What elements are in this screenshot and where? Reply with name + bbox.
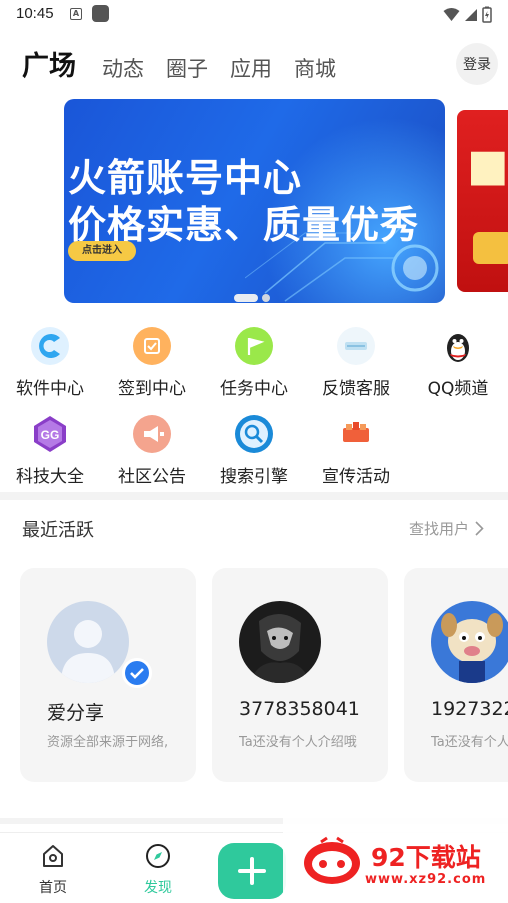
battery-icon [482, 6, 492, 23]
grid-label: 社区公告 [118, 467, 186, 487]
section-divider [0, 492, 508, 500]
avatar [239, 601, 321, 683]
notification-app-icon [92, 5, 109, 22]
verified-badge-icon [122, 658, 152, 688]
svg-text:GG: GG [41, 428, 60, 442]
site-watermark: 92下载站 www.xz92.com [283, 812, 508, 903]
home-icon [43, 845, 63, 867]
status-time: 10:45 [16, 5, 54, 22]
tab-dynamics[interactable]: 动态 [102, 53, 144, 83]
grid-item-task-center[interactable]: 任务中心 [206, 326, 302, 399]
plus-icon [238, 857, 266, 885]
nav-home-label: 首页 [39, 880, 67, 896]
grid-label: 软件中心 [16, 379, 84, 399]
search-engine-icon [234, 414, 274, 454]
grid-item-tech[interactable]: GG 科技大全 [2, 414, 98, 487]
banner-enter-button[interactable]: 点击进入 [68, 241, 136, 261]
user-name: 3778358041 [239, 698, 360, 720]
user-bio: Ta还没有个人介绍哦 [431, 735, 508, 750]
feedback-icon [336, 326, 376, 366]
grid-label: QQ频道 [427, 379, 489, 399]
user-name: 1927322 [431, 698, 508, 720]
nav-discover-label: 发现 [144, 880, 172, 896]
user-card[interactable]: 爱分享 资源全部来源于网络, [20, 568, 196, 782]
recent-active-title: 最近活跃 [22, 520, 94, 541]
grid-label: 任务中心 [220, 379, 288, 399]
user-name: 爱分享 [47, 702, 105, 724]
gg-tech-icon: GG [30, 414, 70, 454]
grid-item-checkin[interactable]: 签到中心 [104, 326, 200, 399]
user-bio: Ta还没有个人介绍哦 [239, 735, 357, 750]
announcement-icon [132, 414, 172, 454]
nav-discover[interactable]: 发现 [128, 843, 188, 897]
qq-penguin-icon [438, 326, 478, 366]
find-user-label: 查找用户 [408, 520, 469, 538]
user-bio: 资源全部来源于网络, [47, 735, 169, 750]
nav-home[interactable]: 首页 [23, 843, 83, 897]
status-icons [443, 6, 492, 23]
task-flag-icon [234, 326, 274, 366]
grid-item-feedback[interactable]: 反馈客服 [308, 326, 404, 399]
grid-item-announcement[interactable]: 社区公告 [104, 414, 200, 487]
promotion-icon [336, 414, 376, 454]
tab-apps[interactable]: 应用 [230, 53, 272, 83]
grid-label: 搜索引擎 [220, 467, 288, 487]
wifi-icon [443, 7, 460, 21]
carousel-dot [262, 294, 270, 302]
carousel-dot-active [234, 294, 258, 302]
signal-icon [465, 8, 477, 21]
carousel-indicator [234, 294, 270, 302]
grid-label: 科技大全 [16, 467, 84, 487]
user-card[interactable]: 3778358041 Ta还没有个人介绍哦 [212, 568, 388, 782]
watermark-title: 92下载站 [371, 843, 481, 872]
grid-label: 宣传活动 [322, 467, 390, 487]
banner-next-slide[interactable]: ■ [457, 110, 508, 292]
compass-icon [146, 844, 170, 868]
tab-square[interactable]: 广场 [22, 44, 76, 83]
next-slide-graphic: ■ [467, 140, 508, 191]
status-bar: 10:45 A [0, 0, 508, 30]
watermark-url: www.xz92.com [365, 872, 487, 887]
chevron-right-icon [475, 521, 484, 536]
next-slide-badge [473, 232, 508, 264]
find-user-link[interactable]: 查找用户 [409, 518, 484, 539]
login-button[interactable]: 登录 [456, 43, 498, 85]
user-card[interactable]: 1927322 Ta还没有个人介绍哦 [404, 568, 508, 782]
grid-item-software-center[interactable]: 软件中心 [2, 326, 98, 399]
checkin-icon [132, 326, 172, 366]
avatar [431, 601, 508, 683]
grid-label: 反馈客服 [322, 379, 390, 399]
watermark-logo-icon [304, 836, 360, 884]
notification-a-icon: A [70, 8, 82, 20]
grid-label: 签到中心 [118, 379, 186, 399]
grid-item-search-engine[interactable]: 搜索引擎 [206, 414, 302, 487]
create-post-button[interactable] [218, 843, 286, 899]
tab-store[interactable]: 商城 [294, 53, 336, 83]
tab-circles[interactable]: 圈子 [166, 53, 208, 83]
software-center-icon [30, 326, 70, 366]
top-tab-bar: 广场 动态 圈子 应用 商城 [22, 44, 358, 83]
grid-item-promotion[interactable]: 宣传活动 [308, 414, 404, 487]
grid-item-qq-channel[interactable]: QQ频道 [410, 326, 506, 399]
avatar [47, 601, 129, 683]
banner-carousel[interactable]: 火箭账号中心 价格实惠、质量优秀 点击进入 [64, 99, 445, 303]
